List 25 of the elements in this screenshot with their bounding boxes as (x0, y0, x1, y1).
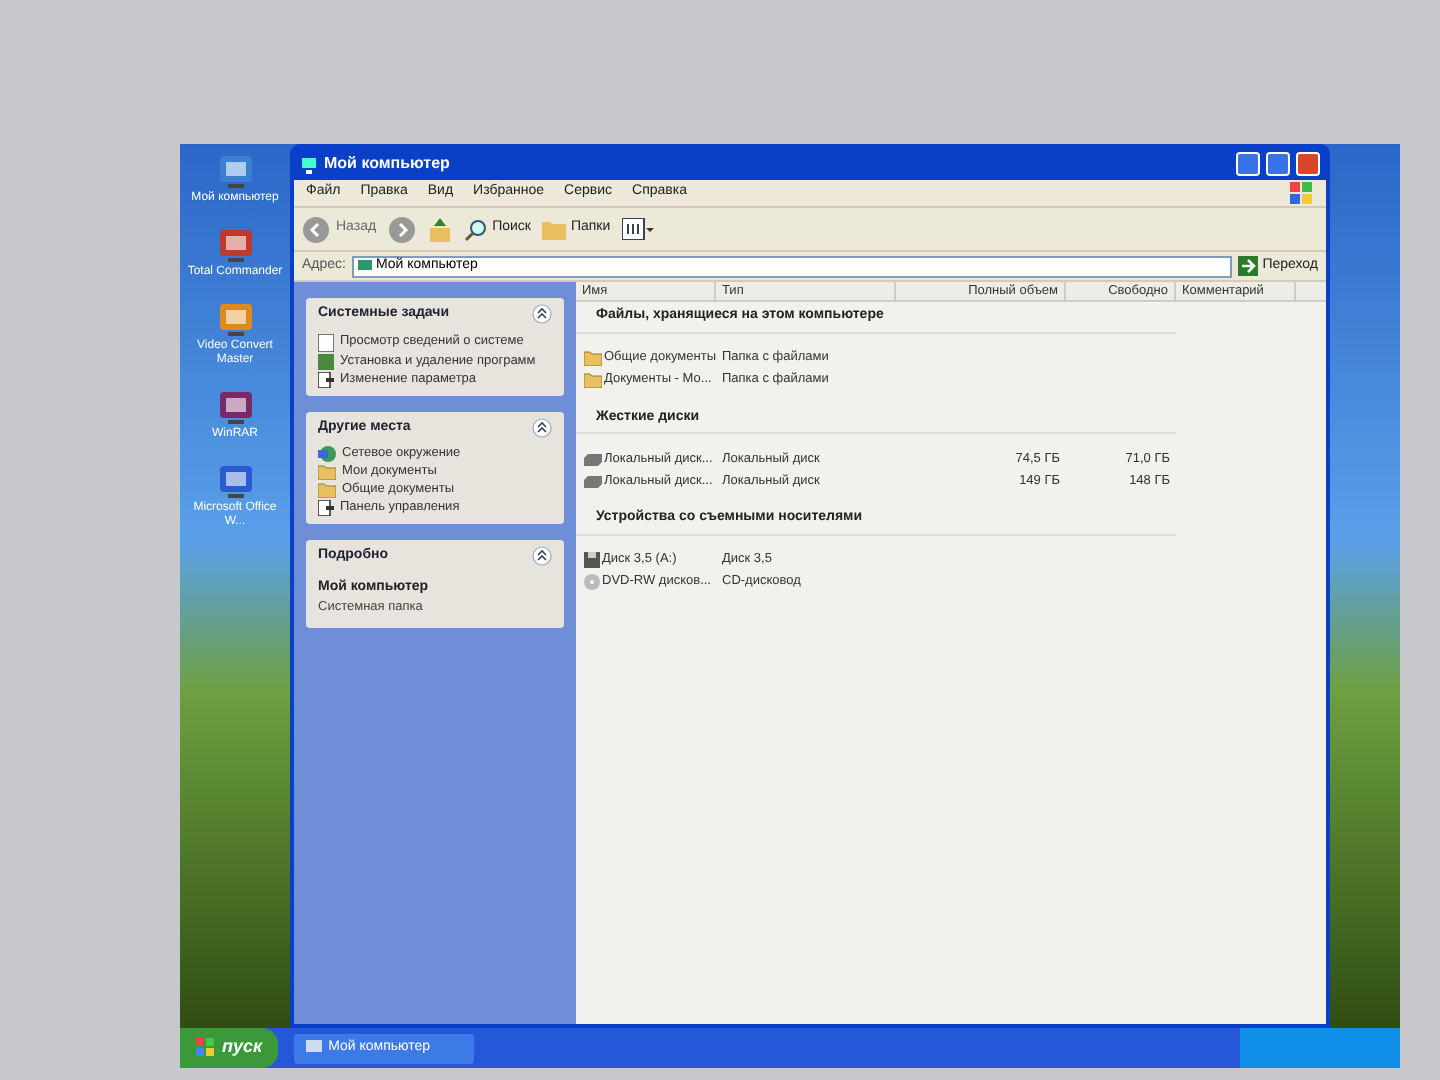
forward-icon[interactable] (388, 215, 417, 243)
panel-icon (318, 500, 334, 516)
up-folder-icon[interactable] (428, 217, 453, 241)
disc-icon (584, 574, 600, 590)
app-icon[interactable] (215, 388, 255, 428)
go-arrow-icon (1238, 256, 1259, 276)
windows-logo-icon (1290, 182, 1314, 204)
box-icon (318, 353, 334, 369)
collapse-icon[interactable] (532, 417, 552, 438)
folder-icon (542, 218, 567, 240)
app-icon[interactable] (215, 300, 255, 340)
collapse-icon[interactable] (532, 304, 552, 325)
app-icon[interactable] (215, 226, 255, 266)
search-icon (464, 217, 489, 241)
view-icon[interactable] (622, 218, 655, 240)
floppy-icon (584, 552, 600, 568)
windows-logo-icon (196, 1038, 216, 1058)
panel-icon (318, 371, 334, 387)
window-title: Мой компьютер (324, 152, 452, 176)
maximize-button[interactable] (1266, 152, 1290, 176)
start-button[interactable]: пуск (180, 1028, 279, 1068)
close-button[interactable] (1296, 152, 1320, 176)
collapse-icon[interactable] (532, 546, 552, 567)
minimize-button[interactable] (1236, 152, 1260, 176)
network-icon (318, 446, 336, 462)
